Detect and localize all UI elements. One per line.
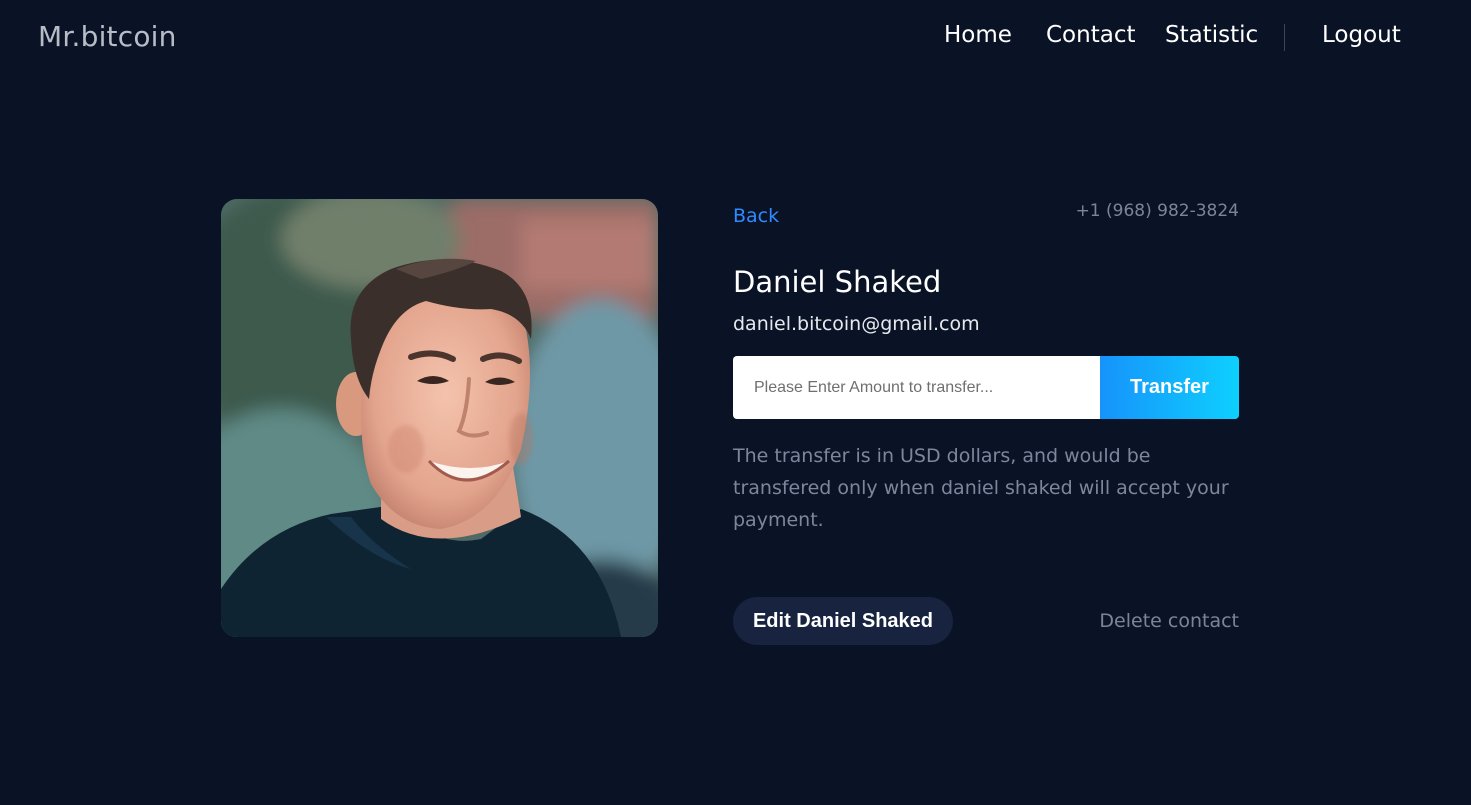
nav-statistic-link[interactable]: Statistic [1165, 22, 1258, 48]
contact-phone: +1 (968) 982-3824 [1075, 201, 1239, 221]
delete-contact-link[interactable]: Delete contact [1099, 610, 1239, 632]
nav-contact-link[interactable]: Contact [1046, 22, 1135, 48]
transfer-button[interactable]: Transfer [1100, 356, 1239, 419]
nav-divider [1284, 24, 1285, 51]
transfer-amount-input[interactable] [733, 356, 1100, 419]
back-link[interactable]: Back [733, 205, 779, 227]
transfer-note: The transfer is in USD dollars, and woul… [733, 445, 1229, 531]
top-navbar: Mr.bitcoin Home Contact Statistic Logout [0, 0, 1471, 78]
nav-logout-link[interactable]: Logout [1322, 22, 1401, 48]
transfer-form: Transfer [733, 356, 1239, 419]
contact-name: Daniel Shaked [733, 265, 942, 299]
contact-email: daniel.bitcoin@gmail.com [733, 313, 980, 335]
contact-photo [221, 199, 658, 637]
edit-contact-button[interactable]: Edit Daniel Shaked [733, 597, 953, 645]
app-logo[interactable]: Mr.bitcoin [38, 20, 177, 53]
nav-home-link[interactable]: Home [944, 22, 1012, 48]
